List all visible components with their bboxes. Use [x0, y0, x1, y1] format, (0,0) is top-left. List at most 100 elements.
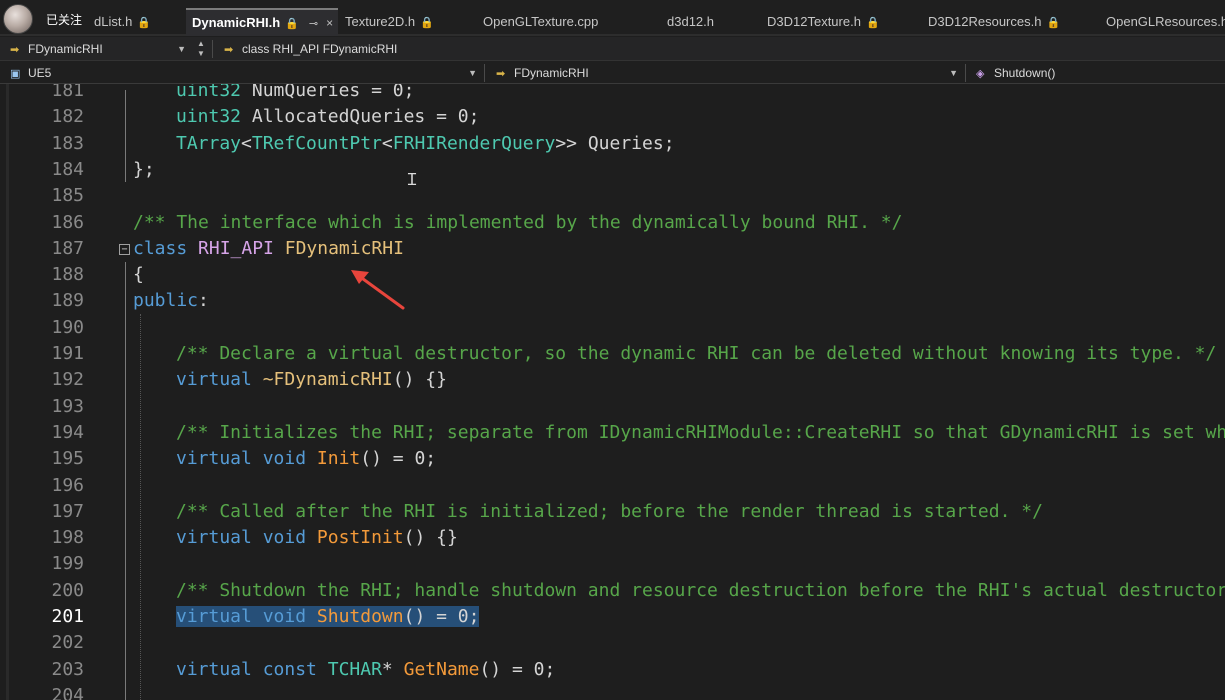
document-tab-bar: dList.h 🔒 DynamicRHI.h 🔒 ⊸ × Texture2D.h 🔒 OpenG… — [0, 0, 1225, 36]
navigation-bar-scope: ➡ FDynamicRHI ▼ ➡ class RHI_API FDynamicRH… — [0, 37, 1225, 61]
code-line: 204 — [0, 683, 1225, 700]
code-line: 182 uint32 AllocatedQueries = 0; — [0, 104, 1225, 130]
code-token: () = 0; — [479, 658, 556, 680]
line-number: 188 — [51, 264, 84, 286]
code-token: () {} — [392, 369, 447, 391]
tab-dlist-h[interactable]: dList.h 🔒 — [88, 8, 184, 36]
pin-icon[interactable]: ⊸ — [309, 18, 318, 30]
code-token: /** Called after the RHI is initialized;… — [176, 500, 1043, 522]
code-line: 184}; — [0, 157, 1225, 183]
ibeam-cursor-icon: Ｉ — [404, 170, 421, 189]
lock-icon: 🔒 — [865, 17, 880, 29]
code-text: /** Shutdown the RHI; handle shutdown an… — [176, 578, 1225, 604]
function-dropdown[interactable]: ◈ Shutdown() — [966, 63, 1225, 83]
code-line: 201 virtual void Shutdown() = 0; — [0, 604, 1225, 630]
code-token: }; — [133, 158, 155, 180]
project-dropdown-label: UE5 — [28, 66, 52, 80]
code-line: 199 — [0, 551, 1225, 577]
line-number: 193 — [51, 395, 84, 417]
tab-d3d12resources-h[interactable]: D3D12Resources.h 🔒 — [922, 8, 1099, 36]
code-token: TRefCountPtr — [251, 132, 382, 154]
code-line: 186 /** The interface which is implemente… — [0, 210, 1225, 236]
line-number: 202 — [51, 632, 84, 654]
code-editor[interactable]: 181 uint32 NumQueries = 0; 182 uint32 Alloc… — [0, 84, 1225, 700]
line-number: 203 — [51, 658, 84, 680]
fold-toggle-icon[interactable]: − — [119, 244, 130, 255]
code-token: public — [133, 290, 199, 312]
function-dropdown-label: Shutdown() — [994, 66, 1056, 80]
line-number: 186 — [51, 211, 84, 233]
project-icon: ▣ — [10, 68, 21, 80]
code-text: virtual void Shutdown() = 0; — [176, 604, 480, 630]
class-dropdown-label: FDynamicRHI — [514, 66, 589, 80]
code-token: FDynamicRHI — [284, 237, 404, 259]
code-text: /** Called after the RHI is initialized;… — [176, 499, 1043, 525]
code-token: () {} — [403, 527, 458, 549]
avatar — [3, 4, 33, 34]
code-token: < — [241, 132, 252, 154]
code-text: uint32 NumQueries = 0; — [176, 84, 414, 104]
code-text: class RHI_API FDynamicRHI — [133, 236, 404, 262]
scope-dropdown[interactable]: ➡ FDynamicRHI ▼ — [0, 39, 192, 59]
tab-label: d3d12.h — [667, 14, 714, 29]
code-text: /** The interface which is implemented b… — [133, 210, 902, 236]
spin-down-icon[interactable]: ▼ — [194, 49, 208, 59]
scope-spinner[interactable]: ▲ ▼ — [194, 39, 208, 59]
annotation-arrow-icon — [351, 270, 405, 310]
code-text: { — [133, 262, 144, 288]
code-text: virtual void PostInit() {} — [176, 525, 458, 551]
tab-d3d12texture-h[interactable]: D3D12Texture.h 🔒 — [761, 8, 921, 36]
code-line: 200 /** Shutdown the RHI; handle shutdown… — [0, 578, 1225, 604]
line-number: 191 — [51, 343, 84, 364]
code-text: /** Initializes the RHI; separate from I… — [176, 420, 1225, 446]
tab-opengltexture-cpp[interactable]: OpenGLTexture.cpp — [477, 8, 660, 36]
tab-openglresources-h[interactable]: OpenGLResources.h — [1100, 8, 1225, 36]
tab-dynamicrhi-h[interactable]: DynamicRHI.h 🔒 ⊸ × — [186, 8, 338, 36]
code-token: < — [381, 132, 393, 154]
spin-up-icon[interactable]: ▲ — [194, 39, 208, 49]
close-icon[interactable]: × — [326, 16, 333, 30]
line-number: 187 — [51, 237, 84, 259]
line-number: 196 — [51, 474, 84, 496]
code-line: 198 virtual void PostInit() {} — [0, 525, 1225, 551]
code-token: AllocatedQueries = 0; — [241, 106, 480, 128]
code-line: 194 /** Initializes the RHI; separate fro… — [0, 420, 1225, 446]
scope-guide — [125, 262, 126, 700]
code-token: FRHIRenderQuery — [392, 132, 556, 154]
line-number: 200 — [51, 579, 84, 601]
code-token: /** Initializes the RHI; separate from I… — [176, 421, 1225, 443]
code-text: virtual ~FDynamicRHI() {} — [176, 367, 447, 393]
divider — [212, 40, 213, 58]
tab-label: dList.h — [94, 14, 133, 29]
code-token: Shutdown — [316, 606, 404, 627]
code-line: 191 /** Declare a virtual destructor, so … — [0, 341, 1225, 367]
code-token: GetName — [403, 658, 480, 680]
chevron-down-icon: ▼ — [949, 68, 958, 78]
code-line: 193 — [0, 394, 1225, 420]
lock-icon: 🔒 — [137, 17, 152, 29]
code-text: virtual const TCHAR* GetName() = 0; — [176, 657, 555, 683]
follow-label: 已关注 — [46, 13, 83, 27]
project-dropdown[interactable]: ▣ UE5 ▼ — [0, 63, 483, 83]
code-token: uint32 — [176, 84, 242, 101]
code-token: () = 0; — [360, 448, 437, 470]
code-token: uint32 — [176, 106, 242, 128]
tab-texture2d-h[interactable]: Texture2D.h 🔒 — [339, 8, 475, 36]
code-token: NumQueries = 0; — [241, 84, 415, 101]
tab-d3d12-h[interactable]: d3d12.h — [661, 8, 760, 36]
divider — [484, 64, 485, 82]
line-number: 201 — [51, 606, 84, 627]
code-line: 183 TArray<TRefCountPtr<FRHIRenderQuery>>… — [0, 131, 1225, 157]
member-dropdown[interactable]: ➡ class RHI_API FDynamicRHI — [214, 39, 614, 59]
line-number: 183 — [51, 132, 84, 154]
code-token: virtual — [176, 606, 252, 627]
arrow-shaft — [357, 274, 405, 310]
scope-dropdown-label: FDynamicRHI — [28, 42, 103, 56]
class-dropdown[interactable]: ➡ FDynamicRHI ▼ — [486, 63, 964, 83]
